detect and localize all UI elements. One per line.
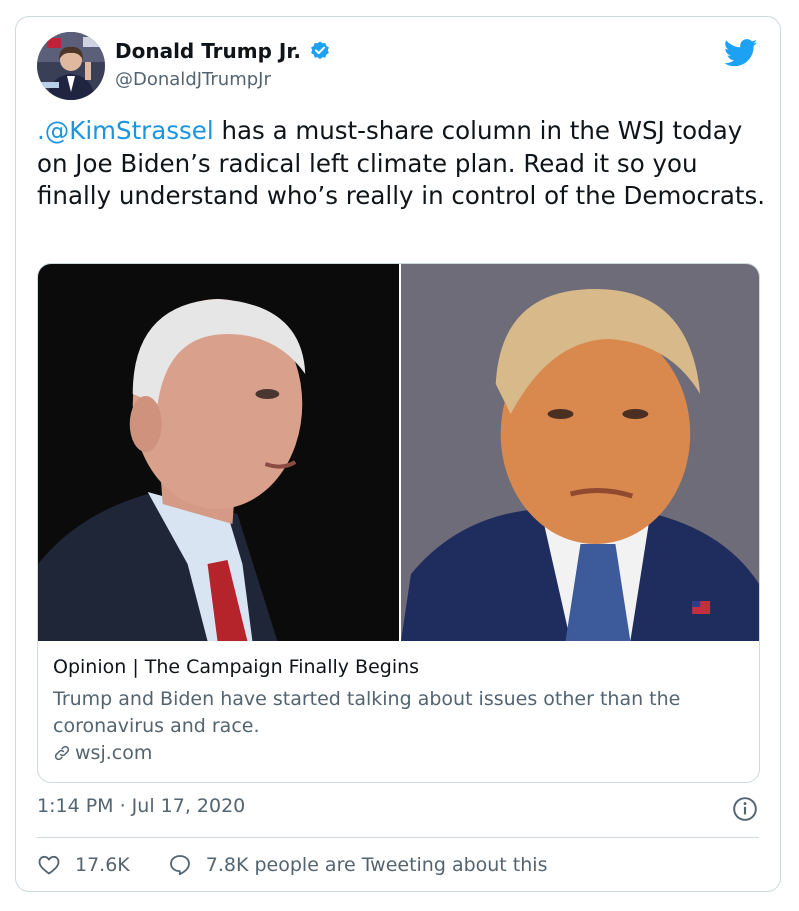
link-card[interactable]: Opinion | The Campaign Finally Begins Tr… (37, 263, 760, 783)
timestamp[interactable]: 1:14 PM · Jul 17, 2020 (37, 795, 245, 817)
author-handle[interactable]: @DonaldJTrumpJr (115, 69, 271, 90)
card-title[interactable]: Opinion | The Campaign Finally Begins (53, 656, 419, 678)
heart-icon (38, 855, 60, 875)
avatar[interactable] (37, 32, 105, 100)
action-bar: 17.6K 7.8K people are Tweeting about thi… (37, 853, 547, 877)
like-button[interactable]: 17.6K (37, 853, 130, 877)
twitter-bird-icon[interactable] (724, 39, 758, 67)
card-domain-row[interactable]: wsj.com (53, 742, 152, 764)
tweeting-about-text: 7.8K people are Tweeting about this (205, 854, 548, 876)
verified-badge-icon (311, 41, 329, 60)
card-photo-left (38, 264, 399, 641)
mention-link[interactable]: .@KimStrassel (37, 116, 214, 145)
like-count: 17.6K (75, 854, 130, 876)
author-name[interactable]: Donald Trump Jr. (115, 39, 301, 63)
card-photo-right (399, 264, 759, 641)
tweet-text: .@KimStrassel has a must-share column in… (37, 115, 767, 213)
link-icon (54, 745, 70, 761)
author-name-row[interactable]: Donald Trump Jr. (115, 39, 331, 63)
card-image[interactable] (38, 264, 759, 641)
info-icon[interactable] (732, 796, 758, 822)
tweeting-about-link[interactable]: 7.8K people are Tweeting about this (168, 853, 548, 877)
card-description: Trump and Biden have started talking abo… (53, 688, 681, 737)
comment-icon (169, 855, 190, 876)
divider (37, 837, 759, 838)
card-domain[interactable]: wsj.com (75, 742, 152, 764)
tweet-embed: Donald Trump Jr. @DonaldJTrumpJr .@KimSt… (15, 16, 781, 892)
